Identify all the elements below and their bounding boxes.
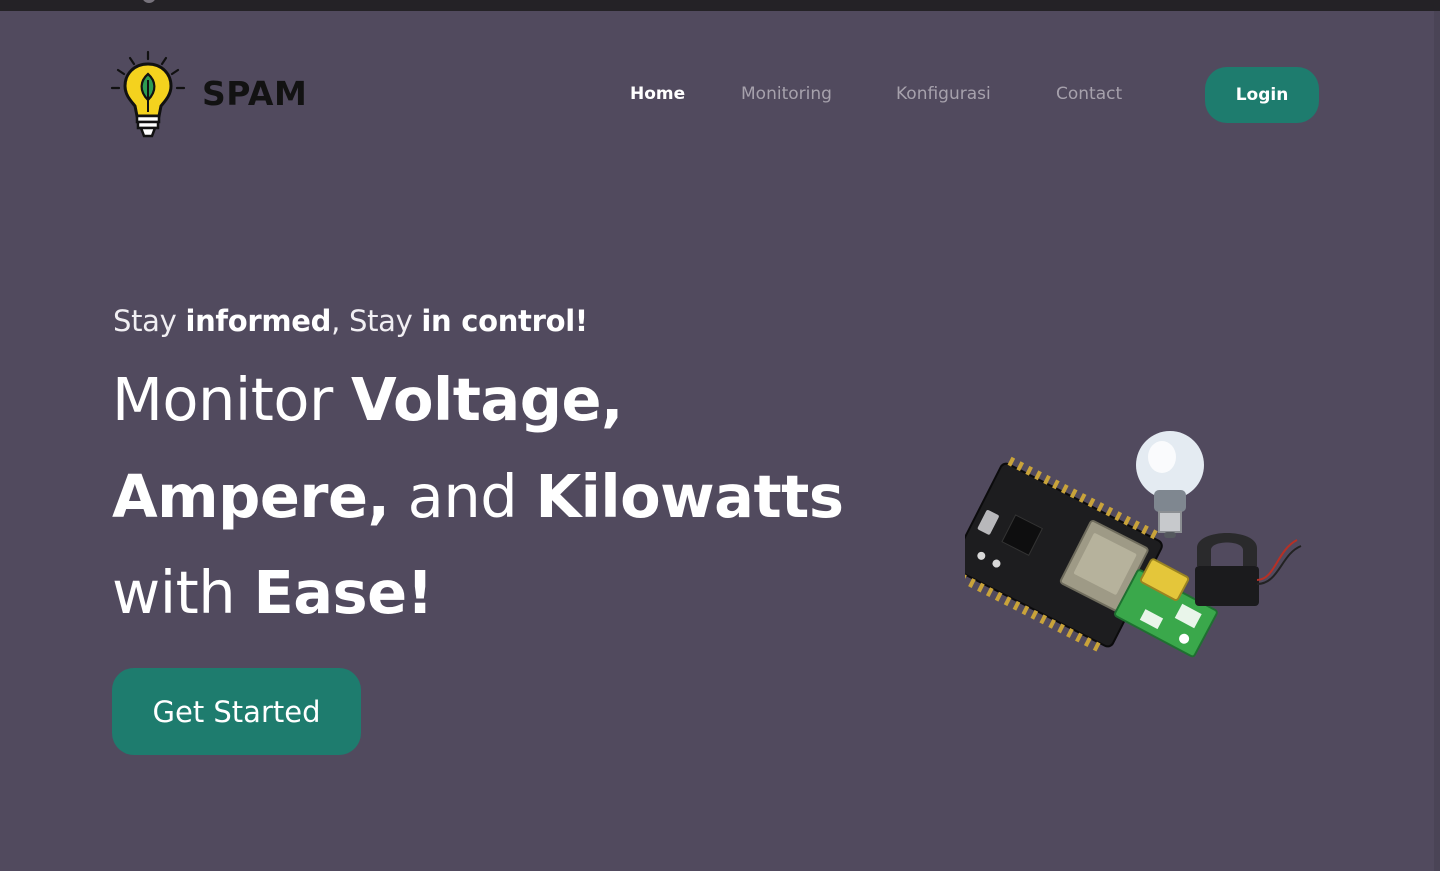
headline-ease: Ease! — [253, 558, 434, 627]
current-clamp-image — [1195, 533, 1302, 606]
tagline-emphasis-control: in control! — [421, 304, 588, 338]
headline-line-3: with Ease! — [112, 563, 434, 622]
nav-monitoring[interactable]: Monitoring — [741, 84, 832, 104]
headline-voltage: Voltage, — [351, 365, 623, 434]
lightbulb-leaf-icon[interactable] — [110, 50, 186, 140]
nav-contact[interactable]: Contact — [1056, 84, 1122, 104]
landing-page: SPAM Home Monitoring Konfigurasi Contact… — [0, 0, 1440, 871]
hardware-illustration — [965, 431, 1302, 658]
headline-kilowatts: Kilowatts — [535, 462, 844, 531]
headline-monitor: Monitor — [112, 365, 352, 434]
browser-top-strip — [0, 0, 1440, 11]
headline-and: and — [389, 462, 536, 531]
headline-ampere: Ampere, — [112, 462, 390, 531]
nav-home[interactable]: Home — [630, 84, 685, 104]
tagline-emphasis-informed: informed — [185, 304, 332, 338]
scrollbar-track[interactable] — [1434, 11, 1440, 871]
tagline-text-1: Stay — [113, 304, 186, 338]
get-started-button[interactable]: Get Started — [112, 668, 361, 755]
led-bulb-image — [1136, 431, 1204, 538]
headline-with: with — [112, 558, 254, 627]
top-strip-mark — [142, 0, 156, 3]
brand-name[interactable]: SPAM — [202, 74, 307, 113]
hero-tagline: Stay informed, Stay in control! — [113, 304, 588, 338]
headline-line-2: Ampere, and Kilowatts — [112, 467, 844, 526]
login-button[interactable]: Login — [1205, 67, 1319, 123]
tagline-text-2: , Stay — [331, 304, 422, 338]
headline-line-1: Monitor Voltage, — [112, 370, 623, 429]
nav-konfigurasi[interactable]: Konfigurasi — [896, 84, 991, 104]
